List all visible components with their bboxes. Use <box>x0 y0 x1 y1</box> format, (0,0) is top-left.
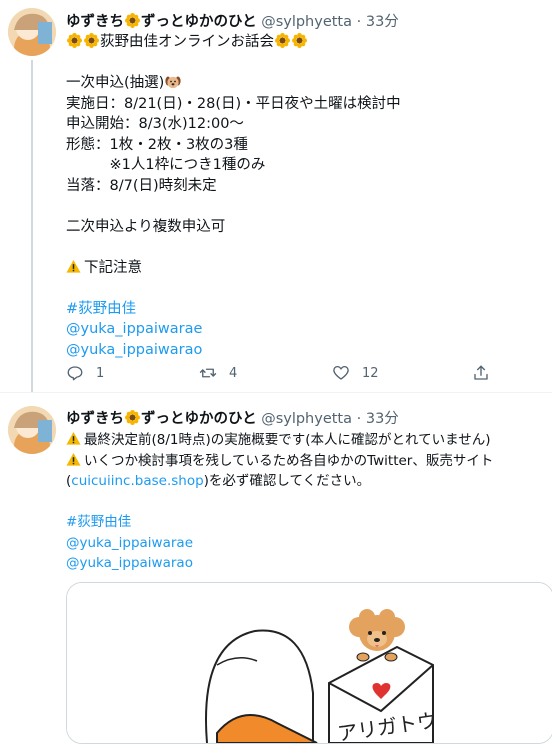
mention-link[interactable]: @yuka_ippaiwarae <box>66 535 193 551</box>
avatar[interactable] <box>8 8 56 56</box>
warning-icon <box>66 259 81 273</box>
heart-icon <box>333 365 349 380</box>
user-handle[interactable]: @sylphyetta <box>261 411 352 427</box>
text-line: )を必ず確認してください。 <box>203 473 371 489</box>
tweet-actions: 1 4 12 <box>0 364 552 384</box>
sunflower-icon <box>125 410 140 425</box>
retweet-icon <box>199 368 217 378</box>
divider <box>0 392 552 393</box>
site-link[interactable]: cuicuiinc.base.shop <box>71 473 203 489</box>
display-name-suffix[interactable]: ずっとゆかのひと <box>141 14 257 30</box>
tweet-text: 最終決定前(8/1時点)の実施概要です(本人に確認がとれていません) いくつか検… <box>66 431 494 571</box>
display-name[interactable]: ゆずきち <box>66 14 124 30</box>
text-line: ※1人1枠につき1種のみ <box>66 157 266 173</box>
hashtag-link[interactable]: #荻野由佳 <box>66 301 136 317</box>
reply-count: 1 <box>96 365 105 381</box>
tweet-image[interactable]: アリガトウ <box>66 582 552 744</box>
hashtag-link[interactable]: #荻野由佳 <box>66 514 131 530</box>
tweet-text: 荻野由佳オンラインお話会 一次申込(抽選) 実施日：8/21(日)・28(日)・… <box>66 32 546 360</box>
sunflower-icon <box>125 13 140 28</box>
warning-icon <box>66 452 81 466</box>
tweet-header: ゆずきち ずっとゆかのひと @sylphyetta · 33分 <box>66 410 399 427</box>
timestamp[interactable]: 33分 <box>366 411 399 427</box>
text-line: 申込開始：8/3(水)12:00～ <box>66 116 244 132</box>
text-line: 一次申込(抽選) <box>66 75 165 91</box>
tweet-1[interactable]: ゆずきち ずっとゆかのひと @sylphyetta · 33分 荻野由佳オンライン… <box>0 0 552 393</box>
thread-line <box>31 60 33 392</box>
text-line: 下記注意 <box>84 259 142 276</box>
reply-icon <box>67 366 83 381</box>
text-line: 当落：8/7(日)時刻未定 <box>66 177 217 194</box>
retweet-button[interactable]: 4 <box>199 364 237 382</box>
mention-link[interactable]: @yuka_ippaiwarao <box>66 342 202 358</box>
text-line: いくつか検討事項を残しているため各自ゆかのTwitter、販売サイト <box>84 452 494 469</box>
timestamp[interactable]: 33分 <box>366 14 399 30</box>
tweet-2[interactable]: ゆずきち ずっとゆかのひと @sylphyetta · 33分 最終決定前(8/1… <box>0 400 552 744</box>
sunflower-icon <box>292 33 307 48</box>
like-count: 12 <box>362 365 379 381</box>
retweet-count: 4 <box>229 365 238 381</box>
share-button[interactable] <box>472 364 490 382</box>
text-line: 実施日：8/21(日)・28(日)・平日夜や土曜は検討中 <box>66 95 401 112</box>
tweet-header: ゆずきち ずっとゆかのひと @sylphyetta · 33分 <box>66 13 399 30</box>
share-icon <box>474 365 488 380</box>
mention-link[interactable]: @yuka_ippaiwarao <box>66 555 193 571</box>
user-handle[interactable]: @sylphyetta <box>261 14 352 30</box>
avatar[interactable] <box>8 406 56 454</box>
mention-link[interactable]: @yuka_ippaiwarae <box>66 321 202 337</box>
sunflower-icon <box>84 33 99 48</box>
display-name[interactable]: ゆずきち <box>66 411 124 427</box>
dog-face-icon <box>165 76 181 89</box>
text-line: 最終決定前(8/1時点)の実施概要です(本人に確認がとれていません) <box>84 432 491 448</box>
sunflower-icon <box>67 33 82 48</box>
text-line: 荻野由佳オンラインお話会 <box>100 34 274 50</box>
text-line: 形態：1枚・2枚・3枚の3種 <box>66 136 248 153</box>
reply-button[interactable]: 1 <box>66 364 104 382</box>
warning-icon <box>66 431 81 445</box>
sunflower-icon <box>275 33 290 48</box>
text-line: 二次申込より複数申込可 <box>66 218 226 235</box>
illustration-image <box>67 583 552 743</box>
like-button[interactable]: 12 <box>332 364 379 382</box>
display-name-suffix[interactable]: ずっとゆかのひと <box>141 411 257 427</box>
